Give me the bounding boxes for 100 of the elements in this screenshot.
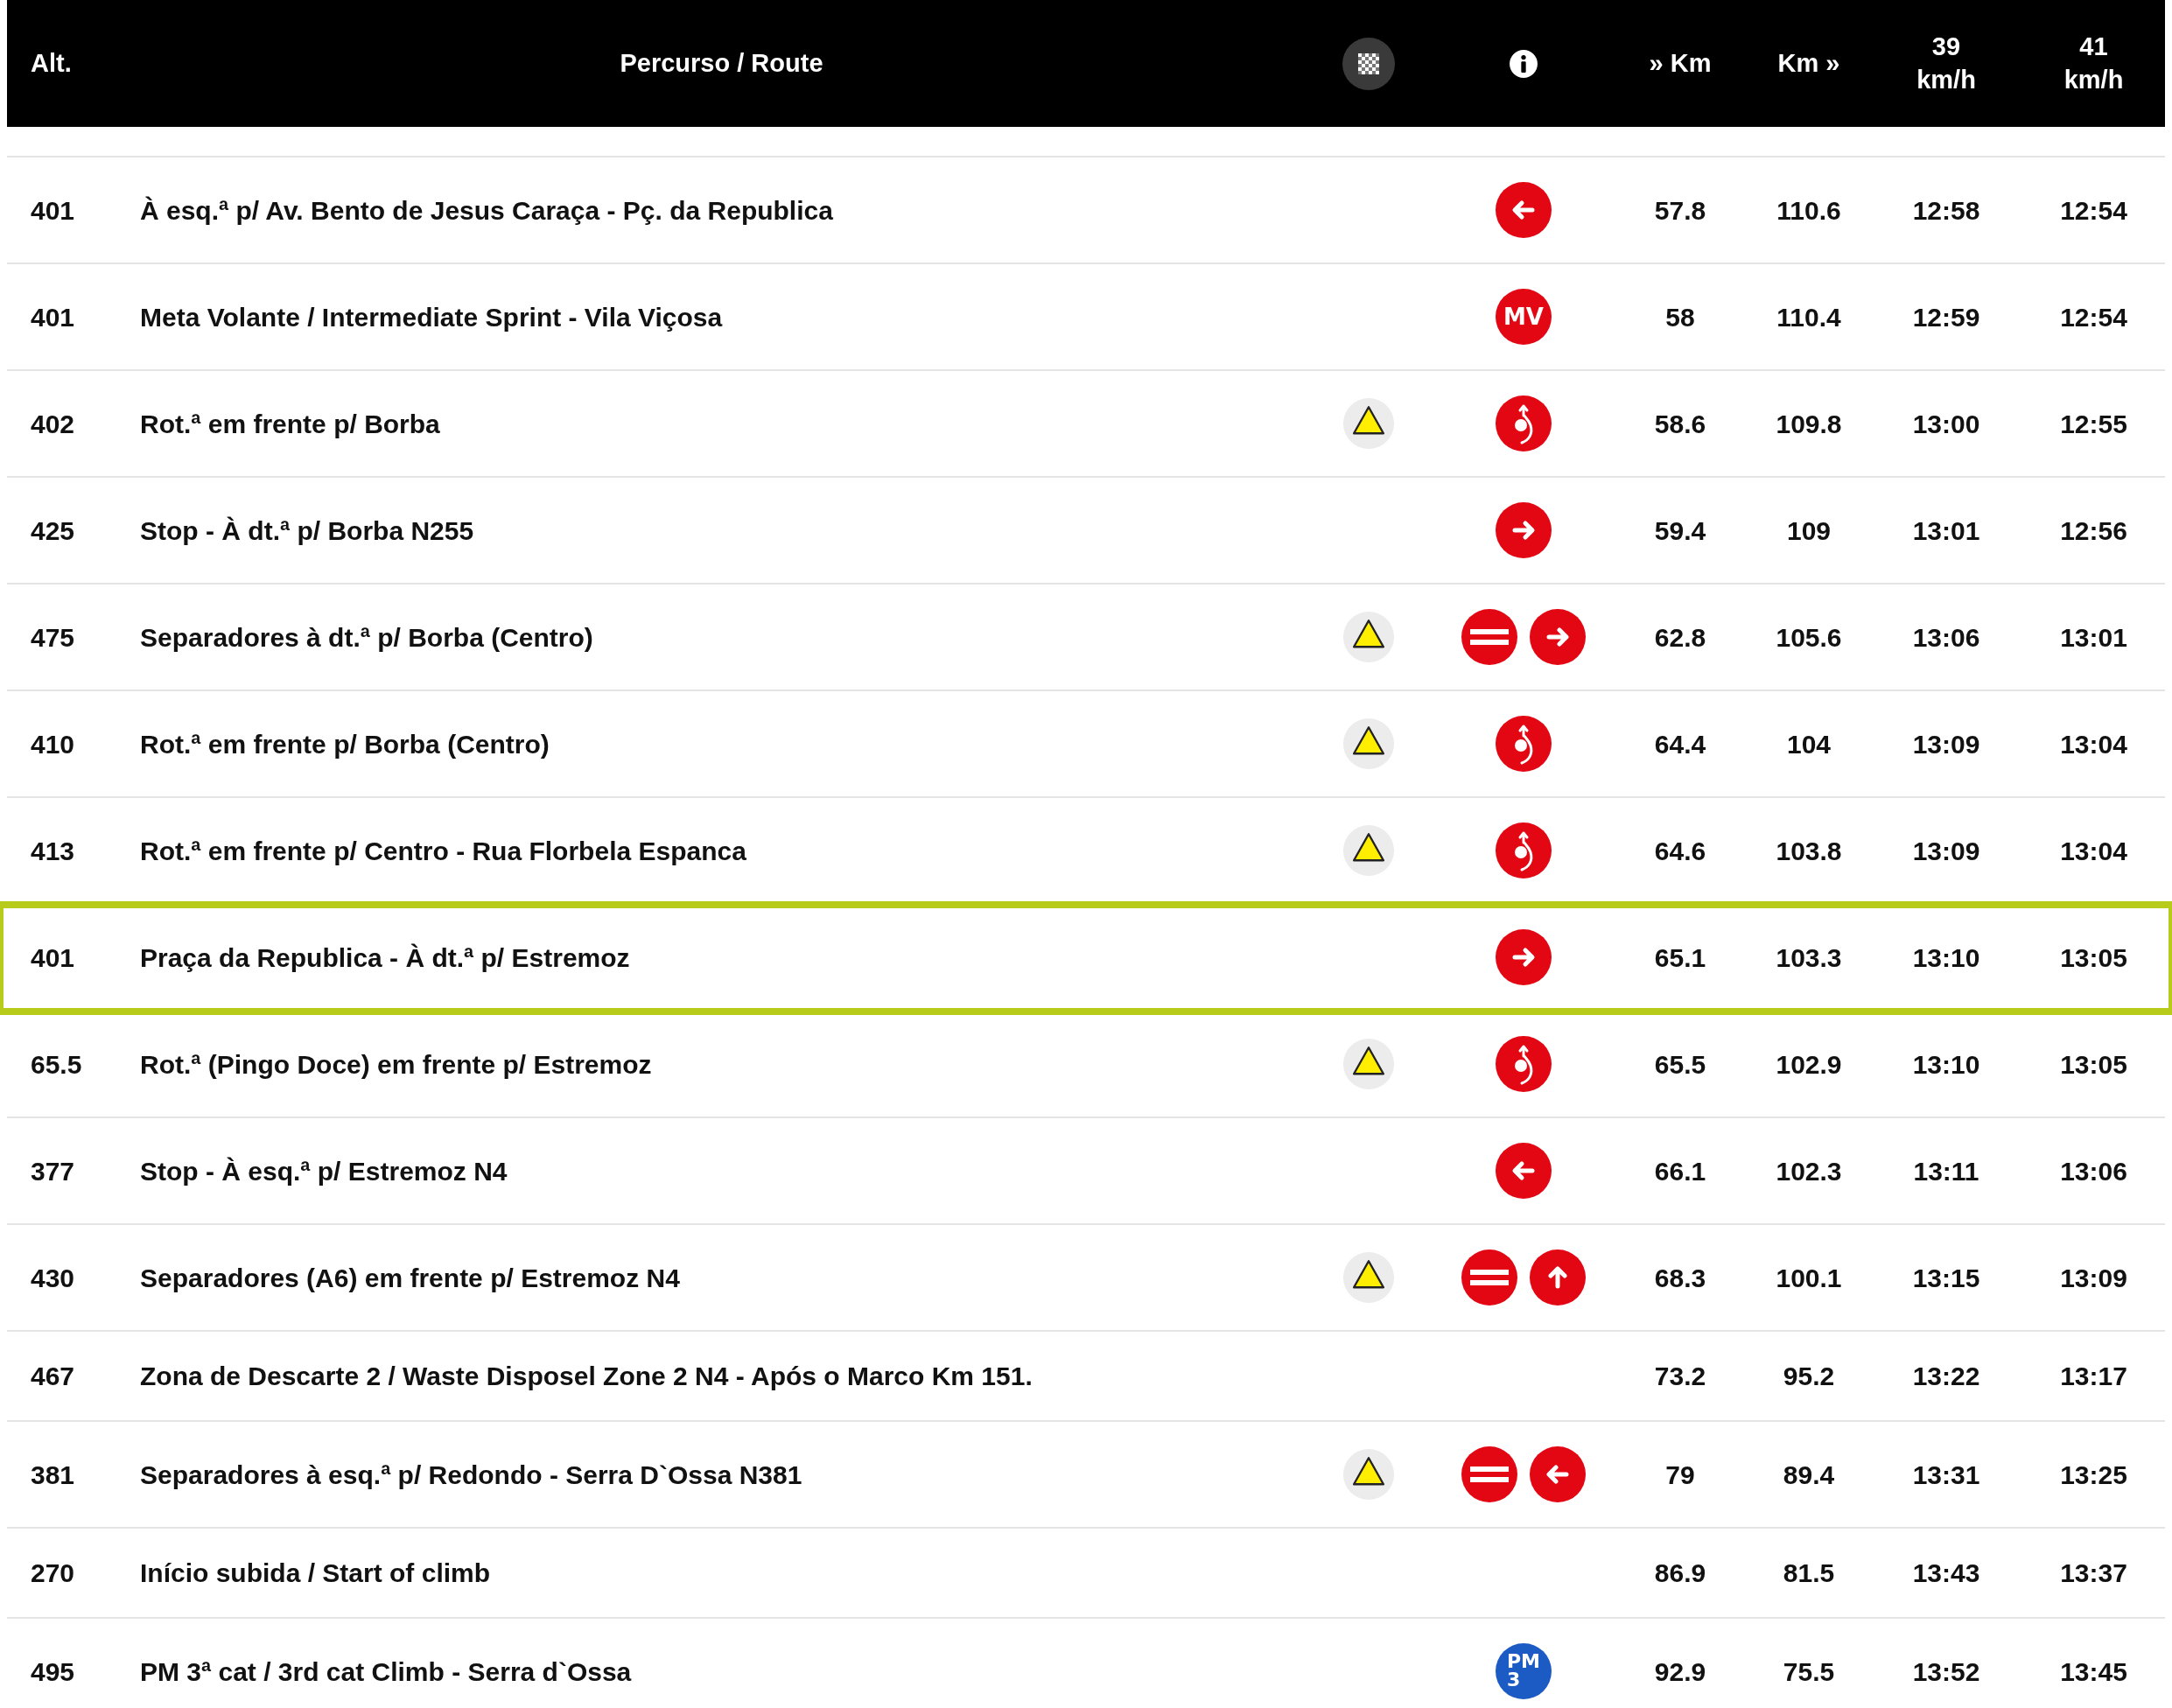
- route-row[interactable]: 270 Início subida / Start of climb 86.9 81.5 13:43 13:37: [7, 1529, 2165, 1619]
- column-header: » Km: [1649, 47, 1712, 79]
- time-estimate: 13:00: [1912, 409, 1980, 438]
- altitude: 495: [31, 1656, 75, 1686]
- time-estimate: 13:17: [2060, 1362, 2127, 1390]
- route-row[interactable]: 377 Stop - À esq.ª p/ Estremoz N4 66.1 102.3 13:11 13:06: [7, 1118, 2165, 1225]
- distance-remaining: 110.4: [1776, 302, 1841, 332]
- altitude: 413: [31, 836, 75, 865]
- column-header: 41 km/h: [2063, 31, 2124, 95]
- distance-covered: 64.4: [1654, 729, 1706, 759]
- column-header: Percurso / Route: [620, 47, 823, 79]
- time-estimate: 13:37: [2060, 1558, 2127, 1587]
- route-description: Rot.ª em frente p/ Centro - Rua Florbela Espanca: [140, 836, 746, 865]
- route-row[interactable]: 475 Separadores à dt.ª p/ Borba (Centro) 62.8 105.6 13:06 13:01: [7, 584, 2165, 691]
- distance-covered: 65.5: [1654, 1049, 1706, 1079]
- distance-remaining: 105.6: [1776, 622, 1842, 652]
- distance-remaining: 103.3: [1776, 942, 1842, 972]
- distance-covered: 62.8: [1654, 622, 1706, 652]
- altitude: 475: [31, 622, 75, 652]
- route-description: Separadores à dt.ª p/ Borba (Centro): [140, 622, 593, 652]
- time-estimate: 13:43: [1912, 1558, 1980, 1587]
- route-row[interactable]: 413 Rot.ª em frente p/ Centro - Rua Florbela Espanca 64.6 103.8 13:09 13:04: [7, 798, 2165, 905]
- altitude: 65.5: [31, 1049, 82, 1079]
- altitude: 425: [31, 515, 75, 545]
- time-estimate: 13:05: [2060, 942, 2127, 972]
- route-description: Meta Volante / Intermediate Sprint - Vila Viçosa: [140, 302, 723, 332]
- route-description: Separadores (A6) em frente p/ Estremoz N4: [140, 1263, 680, 1292]
- distance-remaining: 110.6: [1776, 195, 1841, 225]
- route-description: Rot.ª (Pingo Doce) em frente p/ Estremoz: [140, 1049, 652, 1079]
- badge: MV: [1496, 289, 1552, 345]
- time-estimate: 13:10: [1912, 1049, 1980, 1079]
- badge: PM 3: [1496, 1643, 1552, 1699]
- distance-covered: 64.6: [1654, 836, 1706, 865]
- route-row[interactable]: 425 Stop - À dt.ª p/ Borba N255 59.4 109 13:01 12:56: [7, 478, 2165, 584]
- route-description: Stop - À esq.ª p/ Estremoz N4: [140, 1156, 508, 1186]
- distance-remaining: 109: [1786, 515, 1832, 545]
- time-estimate: 13:04: [2060, 836, 2127, 865]
- checkered-flag-icon: [1341, 35, 1397, 92]
- time-estimate: 13:09: [1912, 729, 1980, 759]
- distance-covered: 59.4: [1654, 515, 1706, 545]
- altitude: 410: [31, 729, 75, 759]
- distance-remaining: 109.8: [1776, 409, 1842, 438]
- altitude: 401: [31, 195, 75, 225]
- distance-covered: 58: [1665, 302, 1695, 332]
- time-estimate: 12:59: [1912, 302, 1980, 332]
- distance-remaining: 103.8: [1776, 836, 1842, 865]
- distance-covered: 79: [1665, 1460, 1695, 1489]
- time-estimate: 12:58: [1912, 195, 1980, 225]
- route-row[interactable]: 401 Praça da Republica - À dt.ª p/ Estremoz 65.1 103.3 13:10 13:05: [0, 905, 2172, 1012]
- time-estimate: 13:11: [1913, 1156, 1979, 1186]
- distance-remaining: 102.9: [1776, 1049, 1842, 1079]
- distance-covered: 73.2: [1654, 1362, 1706, 1390]
- altitude: 401: [31, 302, 75, 332]
- roundabout-icon: [1496, 822, 1552, 878]
- distance-remaining: 89.4: [1783, 1460, 1835, 1489]
- roundabout-icon: [1496, 716, 1552, 772]
- time-estimate: 12:56: [2060, 515, 2127, 545]
- route-description: Separadores à esq.ª p/ Redondo - Serra D`Ossa N381: [140, 1460, 802, 1489]
- route-description: Zona de Descarte 2 / Waste Disposel Zone 2 N4 - Após o Marco Km 151.: [140, 1362, 1033, 1390]
- roundabout-icon: [1496, 1036, 1552, 1092]
- distance-remaining: 104: [1786, 729, 1832, 759]
- route-row[interactable]: 495 PM 3ª cat / 3rd cat Climb - Serra d`Ossa PM 3 92.9 75.5 13:52 13:45: [7, 1619, 2165, 1708]
- distance-covered: 65.1: [1654, 942, 1706, 972]
- time-estimate: 13:05: [2060, 1049, 2127, 1079]
- time-estimate: 13:10: [1912, 942, 1980, 972]
- time-estimate: 13:04: [2060, 729, 2127, 759]
- route-description: À esq.ª p/ Av. Bento de Jesus Caraça - Pç. da Republica: [140, 195, 833, 225]
- info-icon: [1509, 48, 1538, 79]
- column-header: 39 km/h: [1916, 31, 1976, 95]
- altitude: 402: [31, 409, 75, 438]
- time-estimate: 13:06: [2060, 1156, 2127, 1186]
- route-description: Rot.ª em frente p/ Borba (Centro): [140, 729, 550, 759]
- distance-remaining: 102.3: [1776, 1156, 1842, 1186]
- distance-remaining: 81.5: [1783, 1558, 1835, 1587]
- time-estimate: 13:45: [2060, 1656, 2127, 1686]
- time-estimate: 12:54: [2060, 195, 2127, 225]
- route-row[interactable]: 410 Rot.ª em frente p/ Borba (Centro) 64.4 104 13:09 13:04: [7, 691, 2165, 798]
- altitude: 430: [31, 1263, 75, 1292]
- altitude: 401: [31, 942, 75, 972]
- altitude: 377: [31, 1156, 75, 1186]
- route-description: Início subida / Start of climb: [140, 1558, 491, 1587]
- distance-covered: 57.8: [1654, 195, 1706, 225]
- route-row[interactable]: 402 Rot.ª em frente p/ Borba 58.6 109.8 13:00 12:55: [7, 371, 2165, 478]
- route-row[interactable]: 381 Separadores à esq.ª p/ Redondo - Serra D`Ossa N381 79 89.4 13:31 13:25: [7, 1422, 2165, 1529]
- time-estimate: 12:54: [2060, 302, 2127, 332]
- time-estimate: 13:09: [2060, 1263, 2127, 1292]
- route-row[interactable]: 65.5 Rot.ª (Pingo Doce) em frente p/ Estremoz 65.5 102.9 13:10 13:05: [7, 1012, 2165, 1118]
- route-row[interactable]: 401 À esq.ª p/ Av. Bento de Jesus Caraça - Pç. da Republica 57.8 110.6 12:58 12:54: [7, 158, 2165, 264]
- time-estimate: 13:25: [2060, 1460, 2127, 1489]
- distance-covered: 66.1: [1654, 1156, 1706, 1186]
- time-estimate: 13:31: [1912, 1460, 1980, 1489]
- time-estimate: 13:22: [1912, 1362, 1980, 1390]
- time-estimate: 13:01: [2060, 622, 2127, 652]
- route-row[interactable]: 430 Separadores (A6) em frente p/ Estremoz N4 68.3 100.1 13:15 13:09: [7, 1225, 2165, 1332]
- route-row[interactable]: 467 Zona de Descarte 2 / Waste Disposel Zone 2 N4 - Após o Marco Km 151. 73.2 95.2 13:22 13:17: [7, 1332, 2165, 1422]
- distance-covered: 68.3: [1654, 1263, 1706, 1292]
- distance-remaining: 100.1: [1776, 1263, 1842, 1292]
- roundabout-icon: [1496, 396, 1552, 452]
- route-row[interactable]: 401 Meta Volante / Intermediate Sprint - Vila Viçosa MV 58 110.4 12:59 12:54: [7, 264, 2165, 371]
- altitude: 381: [31, 1460, 75, 1489]
